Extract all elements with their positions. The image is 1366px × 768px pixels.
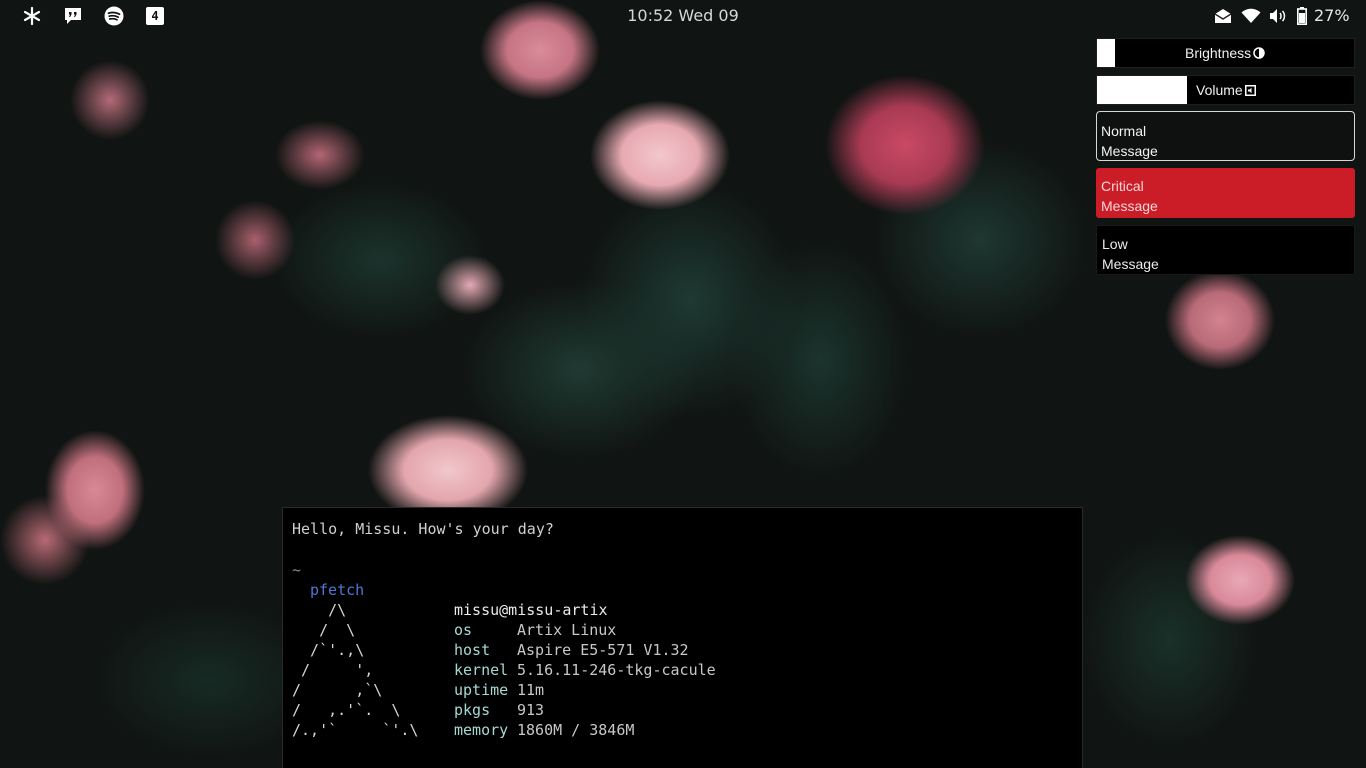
volume-label: Volume: [1196, 82, 1243, 98]
brightness-label: Brightness: [1185, 45, 1252, 61]
notification-body: Message: [1102, 256, 1159, 272]
workspace-number: 4: [146, 7, 164, 25]
notification-title: Critical: [1101, 178, 1144, 194]
info-key: host: [454, 641, 491, 659]
info-key: os: [454, 621, 473, 639]
asterisk-icon[interactable]: [22, 6, 42, 26]
terminal-greeting: Hello, Missu. How's your day?: [292, 520, 554, 538]
volume-osd-icon: [1244, 84, 1256, 96]
battery-percentage: 27%: [1314, 6, 1350, 25]
brightness-fill: [1097, 39, 1115, 67]
info-value: 1860M / 3846M: [517, 721, 635, 739]
mail-icon[interactable]: [1213, 6, 1233, 26]
terminal-command: pfetch: [310, 581, 365, 599]
info-value: 5.16.11-246-tkg-cacule: [517, 661, 716, 679]
info-row-kernel: kernel 5.16.11-246-tkg-cacule: [454, 660, 716, 680]
info-row-memory: memory 1860M / 3846M: [454, 720, 716, 740]
info-row-os: os Artix Linux: [454, 620, 716, 640]
chat-quote-icon[interactable]: [63, 6, 83, 26]
notification-body: Message: [1101, 143, 1158, 159]
info-key: pkgs: [454, 701, 491, 719]
spotify-icon[interactable]: [104, 6, 124, 26]
user-host: missu@missu-artix: [454, 601, 608, 619]
workspace-4-icon[interactable]: 4: [145, 6, 165, 26]
info-value: 913: [517, 701, 545, 719]
info-key: uptime: [454, 681, 509, 699]
notification-title: Low: [1102, 236, 1128, 252]
notification-normal[interactable]: Normal Message: [1096, 111, 1355, 161]
brightness-icon: [1253, 47, 1265, 59]
volume-slider[interactable]: Volume: [1096, 75, 1355, 105]
info-value: 11m: [517, 681, 545, 699]
notification-low[interactable]: Low Message: [1096, 225, 1355, 275]
info-key: kernel: [454, 661, 509, 679]
artix-ascii-logo: /\ / \ /`'.,\ / ', / ,`\ / ,.'`. \ /.,'`…: [292, 601, 419, 739]
top-bar: 4 10:52 Wed 09 27%: [0, 0, 1366, 32]
notification-critical[interactable]: Critical Message: [1096, 168, 1355, 218]
terminal-prompt: ~: [292, 561, 302, 579]
info-row-pkgs: pkgs 913: [454, 700, 716, 720]
brightness-slider[interactable]: Brightness: [1096, 38, 1355, 68]
info-value: Aspire E5-571 V1.32: [517, 641, 689, 659]
volume-fill: [1097, 76, 1187, 104]
pfetch-info: missu@missu-artix os Artix Linux host Aspi…: [454, 600, 716, 740]
terminal-window[interactable]: Hello, Missu. How's your day? ~ pfetch /…: [282, 507, 1083, 768]
info-key: memory: [454, 721, 509, 739]
clock[interactable]: 10:52 Wed 09: [627, 6, 739, 25]
notification-title: Normal: [1101, 123, 1147, 139]
notification-body: Message: [1101, 198, 1158, 214]
info-value: Artix Linux: [517, 621, 617, 639]
volume-icon[interactable]: [1268, 6, 1288, 26]
wifi-icon[interactable]: [1241, 6, 1261, 26]
info-row-uptime: uptime 11m: [454, 680, 716, 700]
battery-icon[interactable]: [1296, 6, 1308, 26]
info-row-host: host Aspire E5-571 V1.32: [454, 640, 716, 660]
